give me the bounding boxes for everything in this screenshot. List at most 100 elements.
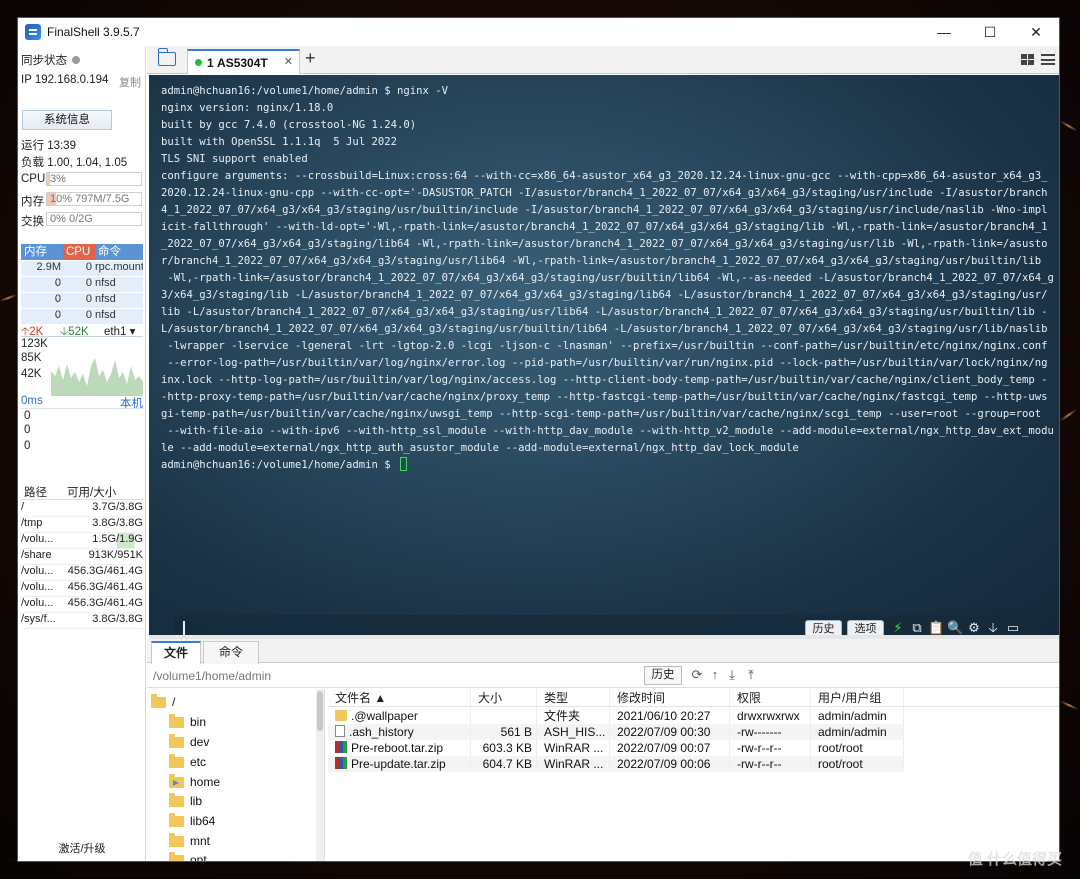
col-owner[interactable]: 用户/用户组 [811, 689, 904, 706]
path-history-button[interactable]: 历史 [644, 666, 682, 685]
disk-usage: 3.8G/3.8G [92, 517, 143, 529]
disk-row[interactable]: /volu... 456.3G/461.4G [21, 565, 143, 581]
terminal-line: r/branch4_1_2022_07_07/x64_g3/x64_g3/sta… [161, 255, 1042, 267]
col-filename[interactable]: 文件名 ▲ [328, 689, 471, 706]
file-row[interactable]: .@wallpaper 文件夹 2021/06/10 20:27 drwxrwx… [328, 708, 904, 724]
disk-row[interactable]: /sys/f... 3.8G/3.8G [21, 613, 143, 629]
finalshell-window: FinalShell 3.9.5.7 — ☐ ✕ 同步状态 IP 192.168… [17, 17, 1060, 862]
file-mtime: 2022/07/09 00:30 [610, 724, 730, 740]
minimize-button[interactable]: — [921, 18, 967, 46]
lightning-icon[interactable]: ⚡ [891, 621, 905, 635]
tree-item-lib64[interactable]: lib64 [169, 812, 215, 830]
process-mem: 2.9M [36, 261, 61, 273]
upload-icon[interactable]: ⤒ [744, 667, 758, 683]
file-name-text: .ash_history [349, 725, 414, 739]
disk-path: / [21, 501, 25, 513]
close-button[interactable]: ✕ [1013, 18, 1059, 46]
maximize-button[interactable]: ☐ [967, 18, 1013, 46]
ping-value: 0 [24, 424, 31, 436]
grid-layout-icon[interactable] [1021, 54, 1034, 65]
window-icon[interactable]: ▭ [1006, 621, 1020, 635]
file-row[interactable]: Pre-reboot.tar.zip 603.3 KB WinRAR ... 2… [328, 740, 904, 756]
file-mtime: 2022/07/09 00:07 [610, 740, 730, 756]
terminal-panel[interactable]: admin@hchuan16:/volume1/home/admin $ ngi… [149, 75, 1059, 643]
terminal-line: le --add-module=external/ngx_http_auth_a… [161, 442, 799, 454]
tree-item-label: etc [190, 755, 207, 769]
terminal-line: _2022_07_07/x64_g3/x64_g3/staging/lib64 … [161, 238, 1048, 250]
col-type[interactable]: 类型 [537, 689, 610, 706]
file-type: ASH_HIS... [537, 724, 610, 740]
tab-commands[interactable]: 命令 [203, 641, 259, 664]
hamburger-menu-icon[interactable] [1041, 54, 1055, 65]
file-type: 文件夹 [537, 708, 610, 724]
download-icon[interactable]: ⤓ [725, 667, 739, 683]
tree-item-opt[interactable]: opt [169, 851, 207, 861]
process-row[interactable]: 2.9M 0 rpc.mountd [21, 261, 143, 277]
file-type: WinRAR ... [537, 756, 610, 772]
add-tab-button[interactable]: + [305, 48, 316, 69]
terminal-line: configure arguments: --crossbuild=Linux:… [161, 170, 1048, 182]
copy-icon[interactable]: ⧉ [910, 621, 924, 635]
document-icon [335, 725, 345, 737]
terminal-line: --with-file-aio --with-ipv6 --with-http_… [161, 425, 1054, 437]
ping-value: 0 [24, 410, 31, 422]
file-row[interactable]: .ash_history 561 B ASH_HIS... 2022/07/09… [328, 724, 904, 740]
proc-header-mem[interactable]: 内存 [21, 244, 63, 260]
disk-usage: 456.3G/461.4G [67, 581, 143, 593]
ping-host[interactable]: 本机 [120, 395, 143, 411]
system-info-button[interactable]: 系统信息 [22, 110, 112, 130]
process-cpu: 0 [85, 261, 92, 273]
disk-row[interactable]: /volu... 1.5G/1.9G [21, 533, 143, 549]
process-row[interactable]: 0 0 nfsd [21, 277, 143, 293]
disk-row[interactable]: /volu... 456.3G/461.4G [21, 597, 143, 613]
refresh-icon[interactable]: ⟳ [690, 667, 704, 683]
tree-item-etc[interactable]: etc [169, 753, 206, 771]
proc-header-cpu[interactable]: CPU [63, 244, 95, 260]
up-arrow-icon[interactable]: ↑ [708, 667, 722, 683]
activate-upgrade-link[interactable]: 激活/升级 [18, 840, 146, 856]
tree-item-dev[interactable]: dev [169, 733, 209, 751]
copy-ip-link[interactable]: 复制 [119, 74, 141, 90]
tree-item-label: lib64 [190, 814, 216, 828]
paste-icon[interactable]: 📋 [928, 621, 944, 635]
disk-row[interactable]: / 3.7G/3.8G [21, 501, 143, 517]
process-mem: 0 [54, 309, 61, 321]
tab-files[interactable]: 文件 [151, 641, 201, 664]
search-icon[interactable]: 🔍 [947, 621, 963, 635]
disk-row[interactable]: /share 913K/951K [21, 549, 143, 565]
session-tab-strip: 1 AS5304T ✕ + [147, 46, 1059, 74]
process-row[interactable]: 0 0 nfsd [21, 293, 143, 309]
col-permissions[interactable]: 权限 [730, 689, 811, 706]
download-arrow-icon[interactable]: 🡣 [986, 621, 1000, 635]
disk-usage: 1.5G/1.9G [57, 533, 143, 548]
tree-item-mnt[interactable]: mnt [169, 832, 210, 850]
path-input[interactable]: /volume1/home/admin [153, 669, 271, 683]
file-owner: root/root [811, 740, 904, 756]
proc-header-cmd[interactable]: 命令 [95, 244, 143, 260]
file-owner: root/root [811, 756, 904, 772]
disk-row[interactable]: /volu... 456.3G/461.4G [21, 581, 143, 597]
disk-path: /sys/f... [21, 613, 56, 625]
disk-header-size[interactable]: 可用/大小 [67, 484, 143, 499]
command-input-caret[interactable] [183, 621, 185, 636]
close-tab-icon[interactable]: ✕ [284, 55, 293, 68]
tree-scrollbar[interactable] [316, 689, 324, 861]
file-size: 603.3 KB [471, 740, 537, 756]
tree-item-root[interactable]: / [151, 693, 175, 711]
gear-icon[interactable]: ⚙ [967, 621, 981, 635]
session-tab-as5304t[interactable]: 1 AS5304T ✕ [187, 49, 300, 74]
sync-status: 同步状态 [21, 52, 80, 68]
net-scale-mid: 85K [21, 352, 42, 364]
tree-item-home[interactable]: home [169, 773, 220, 791]
process-row[interactable]: 0 0 nfsd [21, 309, 143, 325]
terminal-cursor [400, 457, 407, 471]
cpu-meter-text: 3% [50, 173, 66, 185]
col-size[interactable]: 大小 [471, 689, 537, 706]
col-mtime[interactable]: 修改时间 [610, 689, 730, 706]
disk-row[interactable]: /tmp 3.8G/3.8G [21, 517, 143, 533]
disk-header-path[interactable]: 路径 [21, 484, 67, 499]
tree-item-bin[interactable]: bin [169, 713, 206, 731]
tree-item-lib[interactable]: lib [169, 792, 202, 810]
file-row[interactable]: Pre-update.tar.zip 604.7 KB WinRAR ... 2… [328, 756, 904, 772]
folder-icon[interactable] [157, 48, 176, 66]
